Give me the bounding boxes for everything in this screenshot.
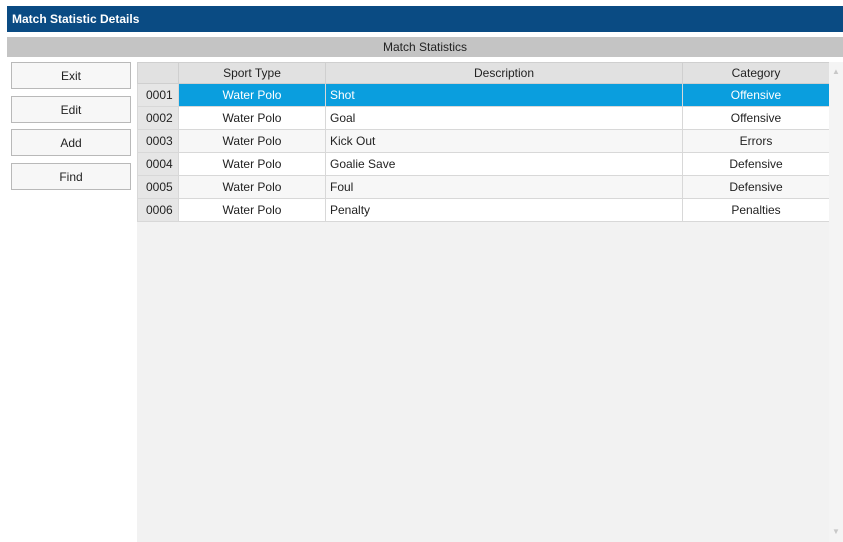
action-panel: Exit Edit Add Find [7,57,137,542]
category-cell: Defensive [682,175,830,199]
edit-button[interactable]: Edit [11,96,131,123]
row-number: 0001 [137,83,179,107]
table-row[interactable]: 0006 Water Polo Penalty Penalties [137,198,830,222]
sport-type-cell: Water Polo [178,152,326,176]
sport-type-cell: Water Polo [178,129,326,153]
table-row[interactable]: 0004 Water Polo Goalie Save Defensive [137,152,830,176]
chevron-up-icon[interactable]: ▲ [829,65,843,79]
row-number: 0005 [137,175,179,199]
table-row[interactable]: 0003 Water Polo Kick Out Errors [137,129,830,153]
sport-type-cell: Water Polo [178,198,326,222]
column-header-category[interactable]: Category [682,62,830,84]
row-number: 0002 [137,106,179,130]
section-header: Match Statistics [7,37,843,57]
description-cell: Kick Out [325,129,683,153]
description-cell: Shot [325,83,683,107]
column-header-sport-type[interactable]: Sport Type [178,62,326,84]
description-cell: Foul [325,175,683,199]
add-button[interactable]: Add [11,129,131,156]
category-cell: Offensive [682,83,830,107]
category-cell: Offensive [682,106,830,130]
table-row[interactable]: 0005 Water Polo Foul Defensive [137,175,830,199]
category-cell: Defensive [682,152,830,176]
description-cell: Goalie Save [325,152,683,176]
statistics-grid: Sport Type Description Category 0001 Wat… [137,62,830,542]
row-number: 0004 [137,152,179,176]
statistics-table: Sport Type Description Category 0001 Wat… [137,62,830,222]
row-number: 0003 [137,129,179,153]
window-title: Match Statistic Details [7,6,843,32]
table-row[interactable]: 0001 Water Polo Shot Offensive [137,83,830,107]
table-row[interactable]: 0002 Water Polo Goal Offensive [137,106,830,130]
table-header-row: Sport Type Description Category [137,62,830,84]
vertical-scrollbar[interactable]: ▲ ▼ [829,62,843,542]
category-cell: Penalties [682,198,830,222]
sport-type-cell: Water Polo [178,106,326,130]
row-number: 0006 [137,198,179,222]
category-cell: Errors [682,129,830,153]
column-header-number[interactable] [137,62,179,84]
find-button[interactable]: Find [11,163,131,190]
exit-button[interactable]: Exit [11,62,131,89]
sport-type-cell: Water Polo [178,83,326,107]
description-cell: Penalty [325,198,683,222]
chevron-down-icon[interactable]: ▼ [829,525,843,539]
match-statistic-details-window: Match Statistic Details Match Statistics… [7,6,843,542]
sport-type-cell: Water Polo [178,175,326,199]
column-header-description[interactable]: Description [325,62,683,84]
description-cell: Goal [325,106,683,130]
